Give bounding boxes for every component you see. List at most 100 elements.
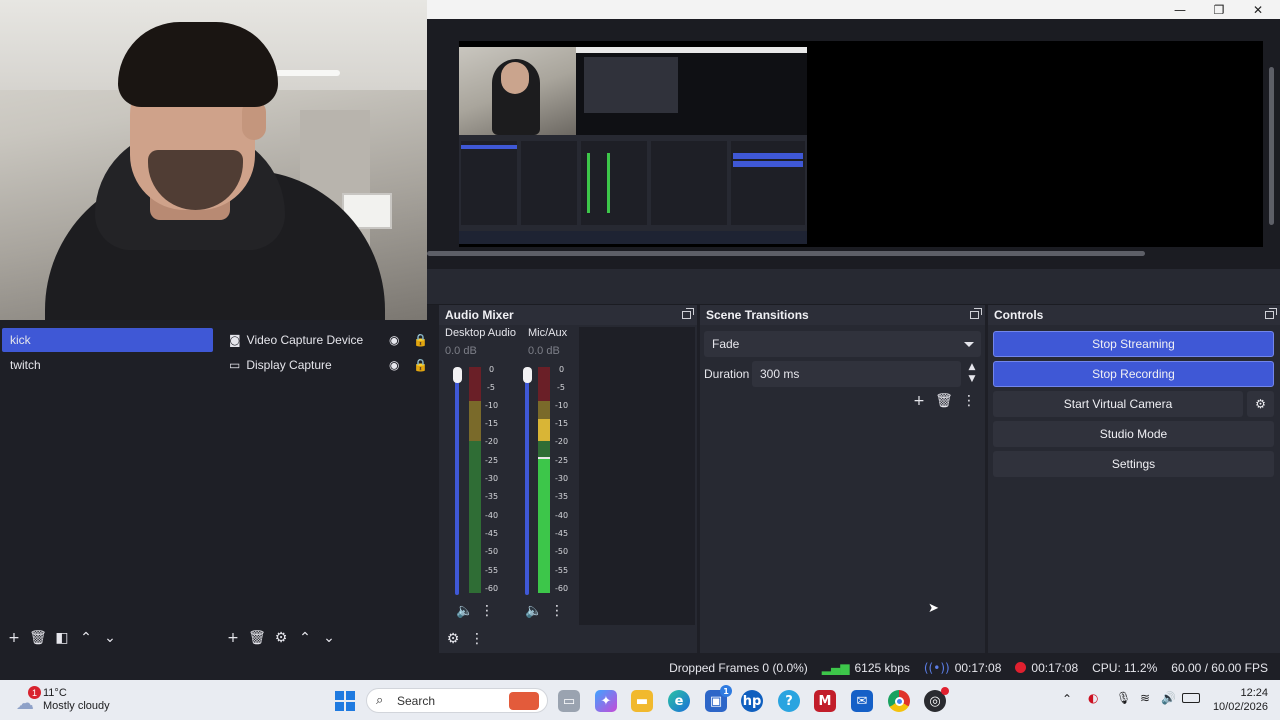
source-item-video-capture[interactable]: ◙ Video Capture Device ◉ 🔒 [221, 328, 434, 352]
duration-input[interactable]: 300 ms [752, 361, 961, 387]
add-scene-button[interactable]: + [2, 626, 26, 650]
wifi-icon[interactable]: ≋ [1140, 691, 1150, 705]
task-view-icon[interactable]: ▭ [558, 690, 580, 712]
desktop-audio-mute-button[interactable]: 🔈 [453, 599, 477, 623]
scene-transitions-title: Scene Transitions [700, 305, 985, 325]
trash-icon: 🗑 [248, 630, 266, 646]
store-badge: 1 [720, 685, 732, 697]
studio-mode-button[interactable]: Studio Mode [993, 421, 1274, 447]
copilot-icon[interactable]: ✦ [595, 690, 617, 712]
window-titlebar: — ❐ ✕ [427, 0, 1280, 19]
move-source-up-button[interactable]: ⌃ [293, 626, 317, 650]
microphone-icon[interactable]: 🎙 [1116, 691, 1131, 705]
desktop-audio-fader-track[interactable] [455, 369, 459, 595]
move-source-down-button[interactable]: ⌄ [317, 626, 341, 650]
windows-start-button[interactable] [334, 690, 356, 712]
clock-time[interactable]: 12:24 [1208, 687, 1268, 699]
close-button[interactable]: ✕ [1239, 0, 1277, 19]
scene-filters-button[interactable]: ◧ [50, 626, 74, 650]
advanced-audio-button[interactable]: ⚙ [441, 627, 465, 651]
preview-area[interactable] [427, 19, 1280, 305]
plus-icon: + [227, 630, 239, 646]
chevron-down-icon: ⌄ [323, 630, 335, 646]
edge-icon[interactable]: e [668, 690, 690, 712]
eye-icon[interactable]: ◉ [389, 333, 399, 347]
mic-aux-fader[interactable] [523, 367, 532, 383]
dropdown-caret-icon [964, 342, 974, 347]
plus-icon: + [913, 393, 925, 409]
undock-icon[interactable] [1265, 308, 1277, 319]
scene-transitions-dock: Scene Transitions Fade Duration 300 ms ▲… [700, 305, 985, 653]
hp-icon[interactable]: hp [741, 690, 763, 712]
recording-dot [941, 687, 949, 695]
stream-time: ((•)) 00:17:08 [923, 660, 1002, 675]
clock-date[interactable]: 10/02/2026 [1208, 701, 1268, 713]
weather-widget[interactable]: ☁ 1 [14, 686, 41, 714]
bitrate-status: ▂▄▆ 6125 kbps [821, 660, 910, 675]
desktop-audio-fader[interactable] [453, 367, 462, 383]
speaker-icon: 🔈 [456, 603, 474, 619]
mixer-toolbar: ⚙ ⋮ [441, 625, 489, 653]
scene-item-twitch[interactable]: twitch [2, 353, 213, 377]
start-virtual-camera-button[interactable]: Start Virtual Camera [993, 391, 1243, 417]
preview-vertical-scrollbar[interactable] [1269, 67, 1274, 225]
kebab-icon: ⋮ [470, 631, 484, 647]
remove-source-button[interactable]: 🗑 [245, 626, 269, 650]
lock-icon[interactable]: 🔒 [413, 358, 428, 372]
volume-icon[interactable]: 🔊 [1161, 691, 1176, 705]
search-icon: ⌕ [376, 693, 384, 708]
transition-select[interactable]: Fade [704, 331, 981, 357]
preview-canvas[interactable] [459, 41, 1263, 247]
undock-icon[interactable] [970, 308, 982, 319]
outlook-icon[interactable]: ✉ [851, 690, 873, 712]
sources-list[interactable]: ◙ Video Capture Device ◉ 🔒 ▭ Display Cap… [221, 326, 434, 622]
duration-spinner[interactable]: ▲ ▼ [964, 361, 980, 387]
audio-mixer-dock: Audio Mixer Desktop Audio 0.0 dB Mic/Aux… [439, 305, 697, 653]
help-icon[interactable]: ? [778, 690, 800, 712]
minimize-button[interactable]: — [1161, 0, 1199, 19]
store-icon[interactable]: ▣ 1 [705, 685, 732, 712]
mic-aux-menu-button[interactable]: ⋮ [545, 599, 569, 623]
maximize-button[interactable]: ❐ [1200, 0, 1238, 19]
virtual-camera-settings-button[interactable]: ⚙ [1247, 391, 1274, 417]
scenes-toolbar: + 🗑 ◧ ⌃ ⌄ [2, 624, 122, 652]
remove-scene-button[interactable]: 🗑 [26, 626, 50, 650]
scene-item-kick[interactable]: kick [2, 328, 213, 352]
lock-icon[interactable]: 🔒 [413, 333, 428, 347]
kebab-icon: ⋮ [550, 603, 564, 619]
security-tray-icon[interactable]: ◐ [1088, 691, 1098, 705]
move-scene-up-button[interactable]: ⌃ [74, 626, 98, 650]
preview-horizontal-scrollbar[interactable] [427, 251, 1145, 256]
desktop-audio-meter [469, 367, 481, 593]
filter-icon: ◧ [55, 630, 69, 646]
add-transition-button[interactable]: + [907, 389, 931, 413]
source-properties-button[interactable]: ⚙ [269, 626, 293, 650]
settings-button[interactable]: Settings [993, 451, 1274, 477]
chrome-icon[interactable] [888, 690, 910, 712]
transition-menu-button[interactable]: ⋮ [957, 389, 981, 413]
stop-streaming-button[interactable]: Stop Streaming [993, 331, 1274, 357]
remove-transition-button[interactable]: 🗑 [932, 389, 956, 413]
desktop-audio-menu-button[interactable]: ⋮ [475, 599, 499, 623]
mic-aux-fader-track[interactable] [525, 369, 529, 595]
tray-overflow-icon[interactable]: ⌃ [1062, 692, 1072, 706]
mcafee-icon[interactable]: M [814, 690, 836, 712]
preview-nested-screen [459, 47, 807, 244]
sources-dock: ◙ Video Capture Device ◉ 🔒 ▭ Display Cap… [219, 320, 434, 653]
file-explorer-icon[interactable]: ▬ [631, 690, 653, 712]
mic-aux-mute-button[interactable]: 🔈 [522, 599, 546, 623]
scenes-list[interactable]: kick twitch [0, 326, 215, 622]
undock-icon[interactable] [682, 308, 694, 319]
chevron-up-icon: ⌃ [80, 630, 92, 646]
stop-recording-button[interactable]: Stop Recording [993, 361, 1274, 387]
search-highlight-icon [509, 692, 539, 710]
move-scene-down-button[interactable]: ⌄ [98, 626, 122, 650]
add-source-button[interactable]: + [221, 626, 245, 650]
mixer-menu-button[interactable]: ⋮ [465, 627, 489, 651]
source-item-display-capture[interactable]: ▭ Display Capture ◉ 🔒 [221, 353, 434, 377]
eye-icon[interactable]: ◉ [389, 358, 399, 372]
taskbar-search[interactable]: ⌕ Search [366, 688, 548, 713]
battery-icon[interactable] [1182, 693, 1200, 703]
audio-mixer-title: Audio Mixer [439, 305, 697, 325]
obs-icon[interactable]: ◎ [924, 687, 949, 712]
